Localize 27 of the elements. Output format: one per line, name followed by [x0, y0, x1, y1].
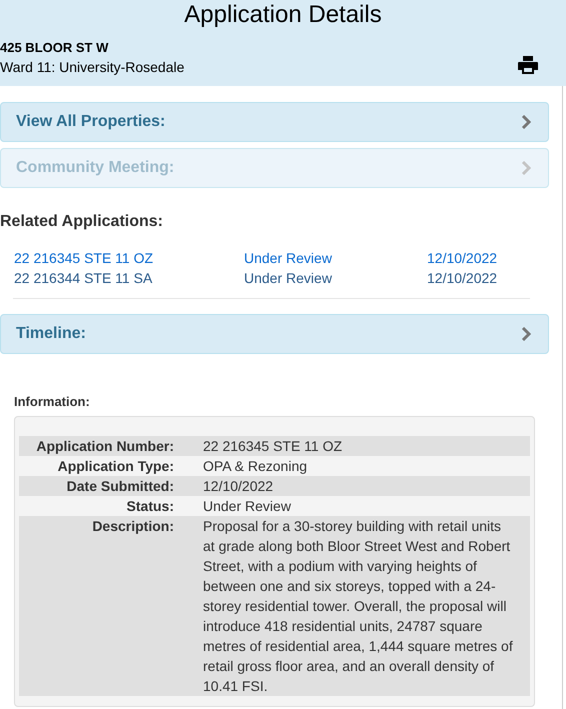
- field-value: 22 216345 STE 11 OZ: [203, 436, 344, 456]
- status-link[interactable]: Under Review: [244, 248, 427, 268]
- field-value: Under Review: [203, 496, 292, 516]
- date-link[interactable]: 12/10/2022: [427, 268, 498, 288]
- section-heading: Information:: [14, 393, 91, 411]
- field-label: Application Type:: [58, 458, 174, 474]
- status-link[interactable]: Under Review: [244, 268, 427, 288]
- date-link[interactable]: 12/10/2022: [427, 248, 498, 268]
- field-value: Proposal for a 30-storey building with retail units at grade along both Bloor Street West and Robert Street, with a podium with varying heights of between one and six storeys, topped with a 24-storey residential tower. Overall, the proposal will introduce 418 residential units, 24787 square metres of residential area, 1,444 square metres of retail gross floor area, and an overall density of 10.41 FSI.: [203, 516, 514, 696]
- application-link[interactable]: 22 216344 STE 11 SA: [14, 268, 244, 288]
- page-title: Application Details: [183, 1, 383, 29]
- field-label: Date Submitted:: [66, 478, 174, 494]
- field-label: Status:: [126, 498, 174, 514]
- accordion-header[interactable]: Timeline:: [0, 314, 549, 354]
- accordion-header[interactable]: View All Properties:: [0, 102, 549, 142]
- chevron-right-icon: [521, 161, 531, 175]
- chevron-right-icon: [521, 115, 531, 129]
- field-value: OPA & Rezoning: [203, 456, 308, 476]
- field-value: 12/10/2022: [203, 476, 274, 496]
- chevron-right-icon: [521, 327, 531, 341]
- ward-text: Ward 11: University-Rosedale: [0, 58, 184, 77]
- field-label: Application Number:: [36, 438, 174, 454]
- address-text: 425 BLOOR ST W: [0, 39, 110, 57]
- section-heading: Related Applications:: [0, 212, 164, 232]
- field-label: Description:: [92, 518, 174, 534]
- application-link[interactable]: 22 216345 STE 11 OZ: [14, 248, 244, 268]
- printer-icon[interactable]: [518, 56, 538, 74]
